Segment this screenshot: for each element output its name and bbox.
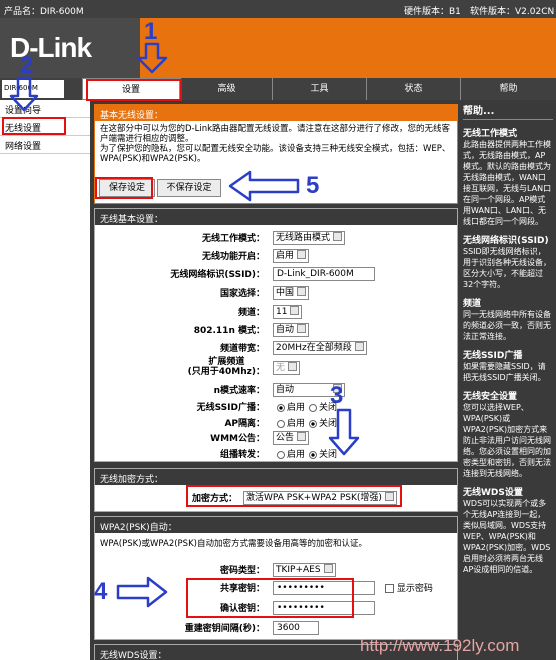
arrow-down-2 xyxy=(9,76,39,112)
arrow-down-3 xyxy=(328,408,360,456)
annotation-number-2: 2 xyxy=(20,52,34,79)
watermark: http://www.192ly.com xyxy=(360,636,520,655)
arrow-right-4 xyxy=(116,576,168,608)
annotation-number-1: 1 xyxy=(144,18,158,45)
annotation-number-5: 5 xyxy=(306,172,320,199)
annotation-number-4: 4 xyxy=(94,578,108,605)
page: 产品名：DIR-600M 硬件版本：B1 软件版本：V2.02CN D-Link… xyxy=(0,0,556,660)
arrow-left-5 xyxy=(228,170,300,202)
annotation-arrows xyxy=(9,42,360,608)
annotation-number-3: 3 xyxy=(330,382,344,409)
arrow-down-1 xyxy=(136,42,168,74)
